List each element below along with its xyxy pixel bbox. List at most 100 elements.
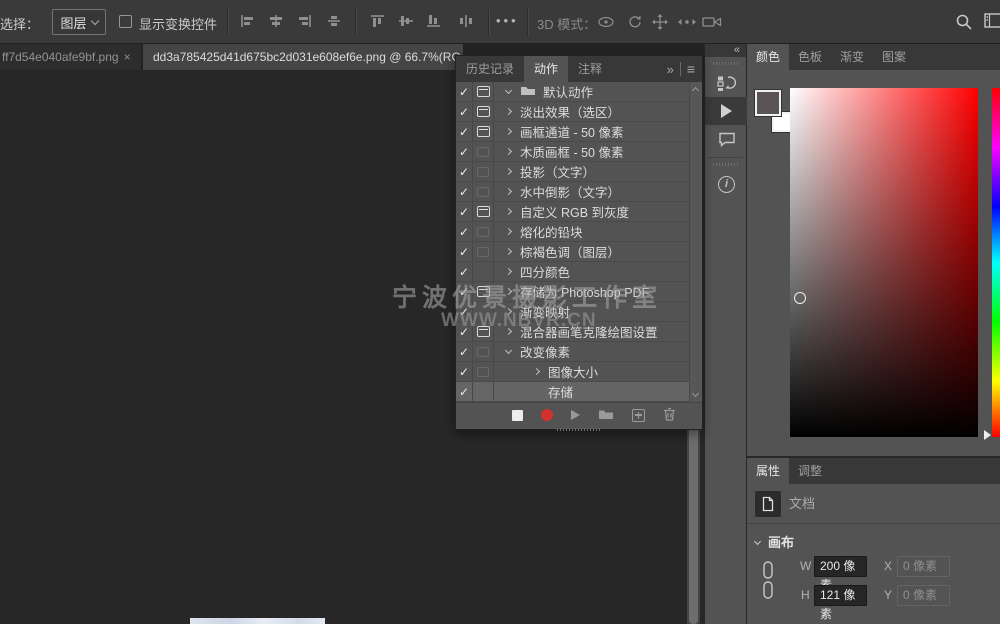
3d-camera-icon[interactable] xyxy=(702,16,722,31)
action-dialog-toggle[interactable] xyxy=(473,82,494,101)
dock-grip[interactable] xyxy=(713,62,739,65)
stop-playing-button[interactable] xyxy=(512,410,523,421)
history-panel-icon[interactable] xyxy=(705,69,748,97)
action-check-toggle[interactable]: ✓ xyxy=(456,82,473,101)
action-dialog-toggle[interactable] xyxy=(473,202,494,221)
action-dialog-toggle[interactable] xyxy=(473,142,494,161)
tab-swatches[interactable]: 色板 xyxy=(789,44,831,70)
action-row[interactable]: ✓ 默认动作 xyxy=(456,82,702,102)
action-row[interactable]: ✓ 棕褐色调（图层） xyxy=(456,242,702,262)
action-dialog-toggle[interactable] xyxy=(473,262,494,281)
x-input[interactable]: 0 像素 xyxy=(897,556,950,577)
action-row[interactable]: ✓ 混合器画笔克隆绘图设置 xyxy=(456,322,702,342)
foreground-color-swatch[interactable] xyxy=(755,90,781,116)
action-dialog-toggle[interactable] xyxy=(473,322,494,341)
dock-grip[interactable] xyxy=(713,163,739,166)
3d-orbit-icon[interactable] xyxy=(596,14,616,33)
action-row[interactable]: ✓ 图像大小 xyxy=(456,362,702,382)
canvas-section-header[interactable]: 画布 xyxy=(755,532,794,551)
action-check-toggle[interactable]: ✓ xyxy=(456,162,473,181)
action-row[interactable]: ✓ 熔化的铅块 xyxy=(456,222,702,242)
action-row[interactable]: ✓ 水中倒影（文字） xyxy=(456,182,702,202)
action-dialog-toggle[interactable] xyxy=(473,362,494,381)
distribute-h-icon[interactable] xyxy=(326,14,344,30)
action-check-toggle[interactable]: ✓ xyxy=(456,102,473,121)
expand-chevron-icon[interactable] xyxy=(505,268,512,275)
action-dialog-toggle[interactable] xyxy=(473,242,494,261)
new-set-folder-button[interactable] xyxy=(598,408,614,423)
action-row[interactable]: ✓ 淡出效果（选区） xyxy=(456,102,702,122)
action-dialog-toggle[interactable] xyxy=(473,282,494,301)
hue-slider-marker[interactable] xyxy=(984,430,991,440)
action-row[interactable]: ✓ 渐变映射 xyxy=(456,302,702,322)
action-dialog-toggle[interactable] xyxy=(473,222,494,241)
action-check-toggle[interactable]: ✓ xyxy=(456,282,473,301)
align-top-icon[interactable] xyxy=(370,14,388,30)
action-dialog-toggle[interactable] xyxy=(473,102,494,121)
action-check-toggle[interactable]: ✓ xyxy=(456,202,473,221)
expand-chevron-icon[interactable] xyxy=(505,288,512,295)
action-row[interactable]: ✓ 存储 xyxy=(456,382,702,402)
action-dialog-toggle[interactable] xyxy=(473,162,494,181)
expand-chevron-icon[interactable] xyxy=(505,248,512,255)
collapse-dock-icon[interactable]: « xyxy=(705,44,746,57)
align-center-h-icon[interactable] xyxy=(268,14,286,30)
action-check-toggle[interactable]: ✓ xyxy=(456,122,473,141)
show-transform-checkbox[interactable] xyxy=(119,15,132,28)
action-check-toggle[interactable]: ✓ xyxy=(456,322,473,341)
action-check-toggle[interactable]: ✓ xyxy=(456,382,473,401)
info-panel-icon[interactable]: i xyxy=(705,170,748,198)
panel-resize-grip[interactable] xyxy=(456,427,702,431)
saturation-brightness-field[interactable] xyxy=(790,88,978,437)
tab-color[interactable]: 颜色 xyxy=(747,44,789,70)
tab-patterns[interactable]: 图案 xyxy=(873,44,915,70)
expand-chevron-icon[interactable] xyxy=(505,87,512,94)
expand-chevron-icon[interactable] xyxy=(505,228,512,235)
expand-chevron-icon[interactable] xyxy=(505,328,512,335)
record-button[interactable] xyxy=(541,409,553,421)
align-center-v-icon[interactable] xyxy=(398,14,416,30)
action-dialog-toggle[interactable] xyxy=(473,302,494,321)
search-icon[interactable] xyxy=(954,12,974,35)
scroll-up-icon[interactable] xyxy=(692,87,699,94)
align-bottom-icon[interactable] xyxy=(426,14,444,30)
3d-slide-icon[interactable] xyxy=(677,15,697,32)
action-dialog-toggle[interactable] xyxy=(473,122,494,141)
tab-properties[interactable]: 属性 xyxy=(747,458,789,484)
workspace-icon[interactable] xyxy=(984,13,1000,32)
action-check-toggle[interactable]: ✓ xyxy=(456,142,473,161)
delete-trash-button[interactable] xyxy=(663,407,676,424)
doc-tab-active[interactable]: dd3a785425d41d675bc2d031e608ef6e.png @ 6… xyxy=(143,44,463,70)
3d-pan-icon[interactable] xyxy=(651,13,669,34)
action-row[interactable]: ✓ 自定义 RGB 到灰度 xyxy=(456,202,702,222)
expand-chevron-icon[interactable] xyxy=(505,108,512,115)
3d-roll-icon[interactable] xyxy=(626,14,644,33)
close-icon[interactable]: × xyxy=(124,50,131,64)
action-dialog-toggle[interactable] xyxy=(473,182,494,201)
action-check-toggle[interactable]: ✓ xyxy=(456,342,473,361)
action-check-toggle[interactable]: ✓ xyxy=(456,242,473,261)
action-check-toggle[interactable]: ✓ xyxy=(456,302,473,321)
align-right-icon[interactable] xyxy=(296,14,314,30)
auto-select-dropdown[interactable]: 图层 xyxy=(52,9,106,35)
action-dialog-toggle[interactable] xyxy=(473,342,494,361)
tab-actions[interactable]: 动作 xyxy=(524,56,568,82)
scroll-down-icon[interactable] xyxy=(692,390,699,397)
action-check-toggle[interactable]: ✓ xyxy=(456,362,473,381)
action-row[interactable]: ✓ 存储为 Photoshop PDF xyxy=(456,282,702,302)
panel-menu-icon[interactable]: ≡ xyxy=(687,61,695,77)
expand-chevron-icon[interactable] xyxy=(505,308,512,315)
expand-chevron-icon[interactable] xyxy=(505,188,512,195)
hue-slider[interactable] xyxy=(992,88,1000,437)
expand-chevron-icon[interactable] xyxy=(505,128,512,135)
expand-chevron-icon[interactable] xyxy=(505,208,512,215)
distribute-v-icon[interactable] xyxy=(458,14,476,30)
action-dialog-toggle[interactable] xyxy=(473,382,494,401)
expand-chevron-icon[interactable] xyxy=(505,168,512,175)
color-field-cursor[interactable] xyxy=(794,292,806,304)
action-check-toggle[interactable]: ✓ xyxy=(456,222,473,241)
collapse-panel-icon[interactable]: » xyxy=(667,62,674,77)
doc-tab-inactive[interactable]: ff7d54e040afe9bf.png× xyxy=(0,44,141,70)
action-row[interactable]: ✓ 木质画框 - 50 像素 xyxy=(456,142,702,162)
new-action-button[interactable] xyxy=(632,409,645,422)
